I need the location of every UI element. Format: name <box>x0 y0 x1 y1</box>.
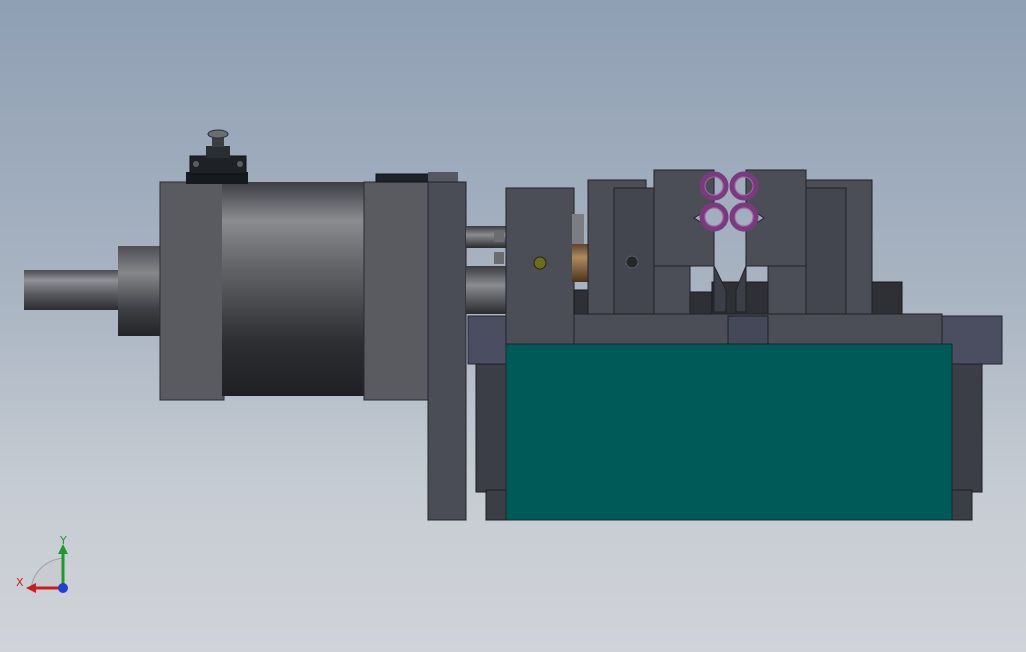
jaw-slot-right <box>735 265 747 313</box>
cad-viewport[interactable]: Y X <box>0 0 1026 652</box>
left-jaw-screw <box>533 256 547 270</box>
arm-hole <box>625 255 639 269</box>
shaft-hub <box>118 246 162 336</box>
roller-bottom-right <box>729 202 759 232</box>
inner-arm-right <box>805 187 847 317</box>
top-clamp <box>186 129 248 184</box>
coupling-shaft-bottom <box>466 266 506 314</box>
base-block <box>505 343 953 521</box>
model-canvas[interactable]: Y X <box>0 0 1026 652</box>
center-jaw-right-lower <box>767 265 807 317</box>
triad-z-axis <box>58 583 68 593</box>
triad-x-arrowhead <box>26 583 36 593</box>
crossbar-center <box>727 315 769 345</box>
output-shaft <box>24 270 122 310</box>
jaw-slot-left <box>713 265 727 313</box>
motor-body <box>222 182 368 396</box>
left-foot-block <box>475 363 511 493</box>
motor-rear-flange <box>363 181 431 401</box>
motor-front-flange <box>159 181 225 401</box>
top-cover-plate <box>375 173 433 183</box>
coordinate-triad[interactable]: Y X <box>16 534 68 593</box>
triad-x-label: X <box>16 576 24 589</box>
coupling-collar <box>494 230 504 242</box>
triad-y-label: Y <box>59 534 67 547</box>
center-jaw-left-lower <box>653 265 691 317</box>
right-foot-block <box>947 363 983 493</box>
lower-slide-right <box>869 281 903 317</box>
coupling-collar-2 <box>494 252 504 264</box>
mounting-plate <box>427 181 467 521</box>
guide-pin-tip <box>572 214 584 244</box>
inner-arm-left <box>613 187 655 317</box>
lower-slide-mid <box>689 291 713 317</box>
roller-bottom-left <box>699 202 729 232</box>
